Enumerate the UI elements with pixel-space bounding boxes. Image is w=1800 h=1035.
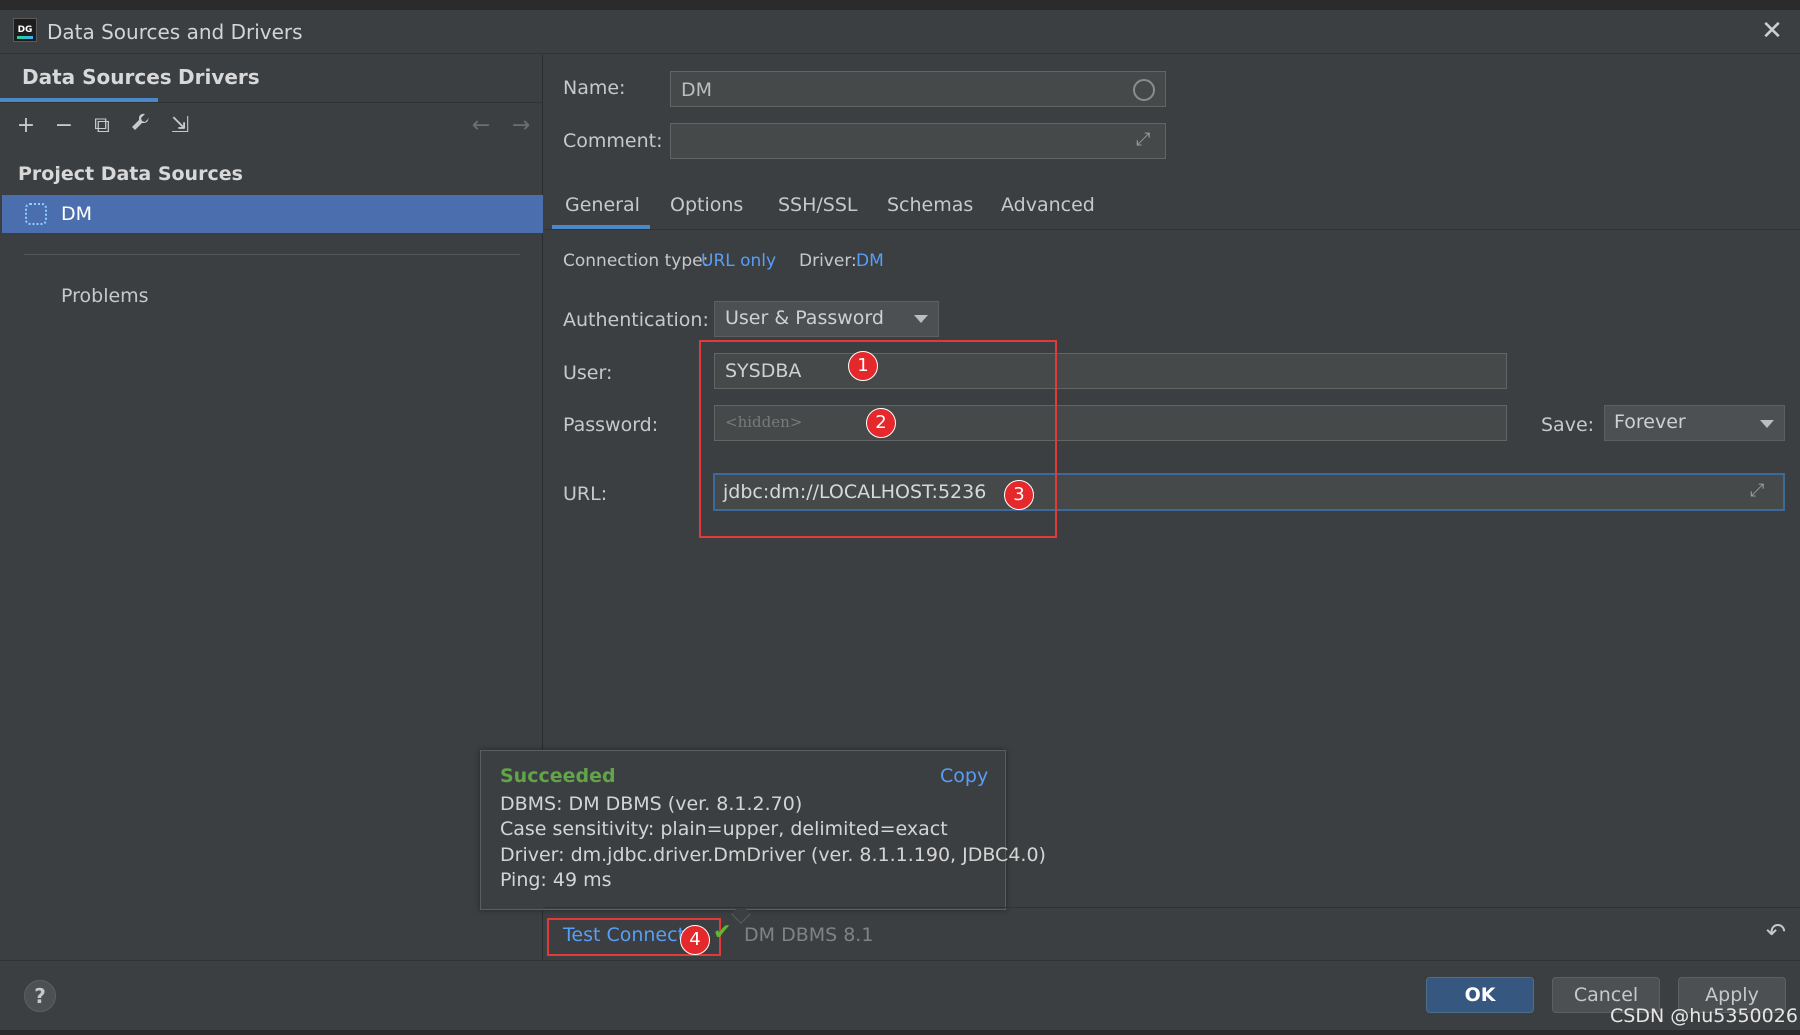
save-label: Save: (1541, 414, 1595, 436)
annotation-badge-3: 3 (1004, 480, 1034, 510)
name-label: Name: (563, 77, 626, 99)
window-title: Data Sources and Drivers (47, 20, 303, 44)
popup-status: Succeeded (500, 765, 616, 787)
tab-data-sources[interactable]: Data Sources (22, 65, 172, 89)
tab-schemas[interactable]: Schemas (887, 194, 973, 216)
tab-ssh-ssl[interactable]: SSH/SSL (778, 194, 858, 216)
chevron-down-icon (1760, 420, 1774, 428)
window-top-strip (0, 0, 1800, 10)
driver-link[interactable]: DM (856, 251, 884, 271)
divider (545, 907, 1800, 908)
annotation-badge-4: 4 (680, 925, 710, 955)
import-icon[interactable]: ⇲ (166, 112, 194, 140)
comment-input[interactable] (670, 123, 1166, 159)
user-label: User: (563, 362, 613, 384)
connection-type-link[interactable]: URL only (701, 251, 776, 271)
back-arrow-icon[interactable]: ← (467, 112, 495, 140)
save-select[interactable]: Forever (1604, 405, 1785, 441)
datagrip-app-icon: DG (13, 18, 37, 42)
name-input[interactable]: DM (670, 71, 1166, 107)
datasource-item-label: DM (61, 203, 93, 225)
dbms-version-text: DM DBMS 8.1 (744, 924, 874, 946)
close-icon[interactable]: ✕ (1757, 16, 1787, 46)
copy-link[interactable]: Copy (940, 765, 988, 787)
save-value: Forever (1614, 411, 1686, 433)
ok-button[interactable]: OK (1426, 977, 1534, 1013)
connection-type-label: Connection type: (563, 251, 709, 271)
comment-label: Comment: (563, 130, 663, 152)
sidebar-item-problems[interactable]: Problems (61, 285, 149, 307)
wrench-icon[interactable] (127, 112, 155, 140)
color-circle-icon[interactable] (1133, 79, 1155, 101)
remove-icon[interactable]: − (50, 112, 78, 140)
help-button[interactable]: ? (24, 980, 56, 1012)
authentication-value: User & Password (725, 307, 884, 329)
divider (545, 229, 1800, 230)
expand-icon[interactable]: ⤢ (1136, 129, 1150, 150)
annotation-badge-1: 1 (848, 351, 878, 381)
tab-drivers[interactable]: Drivers (178, 65, 260, 89)
add-icon[interactable]: + (12, 112, 40, 140)
divider (0, 960, 1800, 961)
password-label: Password: (563, 414, 659, 436)
popup-dbms-line: DBMS: DM DBMS (ver. 8.1.2.70) (500, 793, 803, 815)
authentication-label: Authentication: (563, 309, 709, 331)
expand-icon[interactable]: ⤢ (1750, 480, 1764, 501)
tab-options[interactable]: Options (670, 194, 743, 216)
driver-label: Driver: (799, 251, 857, 271)
wrench-glyph (132, 113, 149, 130)
forward-arrow-icon[interactable]: → (507, 112, 535, 140)
annotation-box-credentials (699, 340, 1057, 538)
window-bottom-strip (0, 1030, 1800, 1035)
duplicate-icon[interactable]: ⧉ (88, 112, 116, 140)
datasource-icon (25, 203, 47, 225)
chevron-down-icon (914, 315, 928, 323)
project-data-sources-header: Project Data Sources (18, 163, 243, 185)
divider (24, 254, 520, 255)
revert-icon[interactable]: ↶ (1766, 918, 1786, 946)
divider (0, 102, 543, 103)
test-connection-link[interactable]: Test Connecti (563, 924, 690, 946)
url-label: URL: (563, 483, 608, 505)
popup-ping-line: Ping: 49 ms (500, 869, 612, 891)
annotation-badge-2: 2 (866, 408, 896, 438)
tab-advanced[interactable]: Advanced (1001, 194, 1095, 216)
popup-driver-line: Driver: dm.jdbc.driver.DmDriver (ver. 8.… (500, 844, 1046, 866)
popup-case-sensitivity-line: Case sensitivity: plain=upper, delimited… (500, 818, 948, 840)
left-panel (0, 55, 543, 960)
watermark: CSDN @hu5350026 (1610, 1005, 1798, 1027)
tab-general[interactable]: General (565, 194, 640, 216)
authentication-select[interactable]: User & Password (714, 301, 939, 337)
checkmark-icon: ✔ (713, 920, 732, 945)
